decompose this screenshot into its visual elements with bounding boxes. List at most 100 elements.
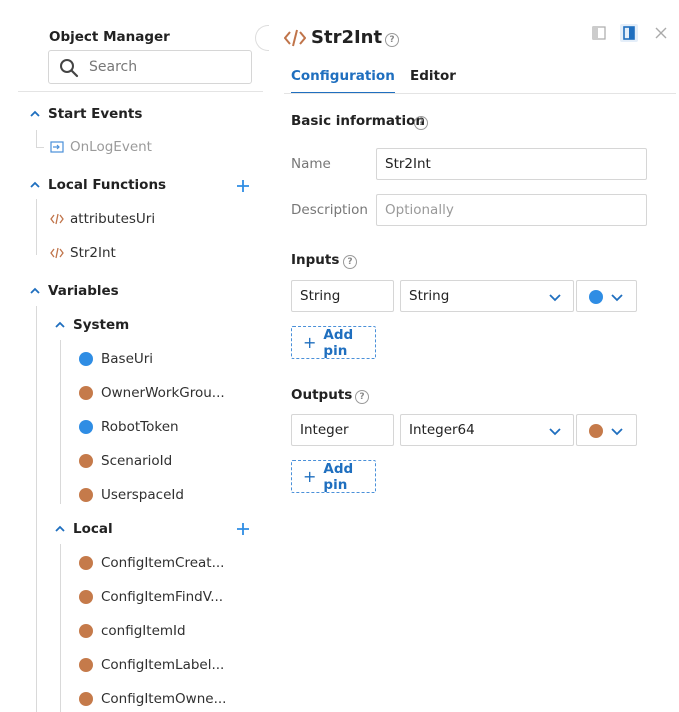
chevron-up-icon — [55, 321, 65, 328]
object-manager-panel: Object Manager Start Events OnLogEvent L… — [0, 0, 269, 712]
item-label: ScenarioId — [101, 453, 173, 469]
tree-item-variable[interactable]: ConfigItemCreat... — [79, 551, 224, 575]
tree-item-str2int[interactable]: Str2Int — [50, 241, 116, 265]
section-label: Start Events — [48, 106, 143, 122]
section-label: Variables — [48, 283, 119, 299]
code-icon — [50, 213, 64, 225]
tree-section-start-events[interactable]: Start Events — [29, 102, 142, 126]
chevron-down-icon — [549, 428, 561, 436]
close-icon[interactable] — [652, 24, 670, 42]
output-pin-type-select[interactable]: Integer64 — [400, 414, 574, 446]
tree-subsection-local[interactable]: Local — [54, 517, 113, 541]
type-dot-icon — [79, 692, 93, 706]
tree-item-variable[interactable]: ConfigItemLabel... — [79, 653, 224, 677]
type-dot-icon — [79, 386, 93, 400]
help-icon[interactable]: ? — [414, 116, 428, 130]
function-editor-panel: Str2Int ? Configuration Editor Basic inf… — [272, 0, 679, 712]
select-value: Integer64 — [409, 422, 475, 438]
type-dot-icon — [79, 590, 93, 604]
search-box[interactable] — [48, 50, 252, 84]
output-pin-color-select[interactable] — [576, 414, 637, 446]
chevron-up-icon — [30, 287, 40, 294]
chevron-up-icon — [30, 110, 40, 117]
input-pin-name-field[interactable]: String — [291, 280, 394, 312]
outputs-title: Outputs — [291, 387, 353, 403]
dock-left-icon[interactable] — [590, 24, 608, 42]
plus-icon: + — [303, 467, 317, 486]
type-dot-icon — [79, 420, 93, 434]
help-icon[interactable]: ? — [385, 33, 399, 47]
type-dot-icon — [79, 624, 93, 638]
tab-configuration[interactable]: Configuration — [291, 68, 395, 94]
add-input-pin-button[interactable]: + Add pin — [291, 326, 376, 359]
dock-right-icon — [623, 26, 635, 40]
tree-item-onlogevent[interactable]: OnLogEvent — [50, 135, 152, 159]
item-label: BaseUri — [101, 351, 154, 367]
item-label: attributesUri — [70, 211, 156, 227]
tree-section-local-functions[interactable]: Local Functions — [29, 173, 166, 197]
tab-editor[interactable]: Editor — [410, 68, 456, 94]
description-label: Description — [291, 202, 368, 218]
tree-item-variable[interactable]: ScenarioId — [79, 449, 172, 473]
tree-guide — [60, 340, 61, 504]
dock-right-button[interactable] — [620, 24, 638, 42]
help-icon[interactable]: ? — [355, 390, 369, 404]
item-label: UserspaceId — [101, 487, 184, 503]
add-output-pin-button[interactable]: + Add pin — [291, 460, 376, 493]
add-variable-plus-icon[interactable] — [236, 522, 250, 536]
color-dot-icon — [589, 290, 603, 304]
chevron-up-icon — [30, 181, 40, 188]
input-pin-type-select[interactable]: String — [400, 280, 574, 312]
item-label: RobotToken — [101, 419, 179, 435]
item-label: Str2Int — [70, 245, 116, 261]
plus-icon: + — [303, 333, 317, 352]
color-dot-icon — [589, 424, 603, 438]
panel-collapse-handle[interactable] — [255, 25, 269, 51]
select-value: String — [409, 288, 450, 304]
output-pin-name-field[interactable]: Integer — [291, 414, 394, 446]
input-pin-color-select[interactable] — [576, 280, 637, 312]
add-function-plus-icon[interactable] — [236, 179, 250, 193]
tree-subsection-system[interactable]: System — [54, 313, 129, 337]
chevron-up-icon — [55, 525, 65, 532]
code-icon — [50, 247, 64, 259]
event-icon — [50, 141, 64, 153]
tree-item-variable[interactable]: ConfigItemOwne... — [79, 687, 226, 711]
tree-item-variable[interactable]: UserspaceId — [79, 483, 184, 507]
type-dot-icon — [79, 454, 93, 468]
type-dot-icon — [79, 352, 93, 366]
tree-item-variable[interactable]: ConfigItemFindV... — [79, 585, 223, 609]
search-icon — [60, 59, 79, 78]
chevron-down-icon — [611, 294, 623, 302]
tabs-divider — [284, 93, 676, 94]
tree-item-variable[interactable]: OwnerWorkGrou... — [79, 381, 225, 405]
name-label: Name — [291, 156, 331, 172]
type-dot-icon — [79, 556, 93, 570]
section-label: Local — [73, 521, 113, 537]
tree-guide — [60, 544, 61, 712]
item-label: ConfigItemLabel... — [101, 657, 225, 673]
description-field[interactable]: Optionally — [376, 194, 647, 226]
tree-item-attributesuri[interactable]: attributesUri — [50, 207, 155, 231]
tree-item-variable[interactable]: RobotToken — [79, 415, 179, 439]
basic-info-title: Basic information — [291, 113, 425, 129]
inputs-title: Inputs — [291, 252, 340, 268]
tree-section-variables[interactable]: Variables — [29, 279, 119, 303]
item-label: OnLogEvent — [70, 139, 152, 155]
help-icon[interactable]: ? — [343, 255, 357, 269]
chevron-down-icon — [611, 428, 623, 436]
add-pin-label: Add pin — [323, 326, 354, 359]
chevron-down-icon — [549, 294, 561, 302]
search-input[interactable] — [89, 57, 244, 77]
tree-guide — [36, 138, 44, 148]
item-label: ConfigItemOwne... — [101, 691, 227, 707]
tree-item-variable[interactable]: configItemId — [79, 619, 186, 643]
tree-guide — [36, 306, 37, 712]
name-field[interactable]: Str2Int — [376, 148, 647, 180]
section-label: Local Functions — [48, 177, 167, 193]
add-pin-label: Add pin — [323, 460, 354, 493]
tree-item-variable[interactable]: BaseUri — [79, 347, 153, 371]
search-divider — [18, 91, 263, 92]
function-title: Str2Int — [311, 27, 383, 48]
item-label: configItemId — [101, 623, 186, 639]
